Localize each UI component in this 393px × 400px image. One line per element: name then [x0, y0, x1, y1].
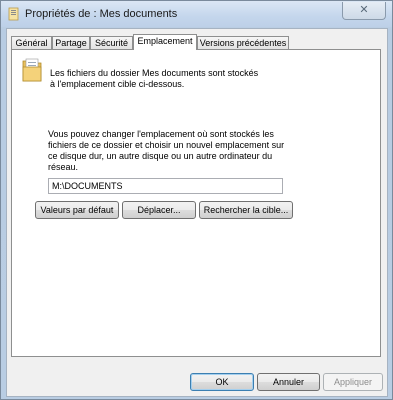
- title-bar[interactable]: Propriétés de : Mes documents ✕: [1, 1, 392, 27]
- target-path-input[interactable]: M:\DOCUMENTS: [48, 178, 283, 194]
- intro-text: Les fichiers du dossier Mes documents so…: [50, 68, 258, 90]
- tab-label: Sécurité: [94, 38, 129, 48]
- intro-line: Les fichiers du dossier Mes documents so…: [50, 68, 259, 78]
- description-line: réseau.: [48, 162, 79, 172]
- dialog-body: Général Partage Sécurité Emplacement Ver…: [6, 28, 388, 397]
- description-line: Vous pouvez changer l'emplacement où son…: [48, 129, 274, 139]
- tab-versions-precedentes[interactable]: Versions précédentes: [197, 36, 289, 49]
- restore-default-button[interactable]: Valeurs par défaut: [35, 201, 119, 219]
- ok-button[interactable]: OK: [190, 373, 254, 391]
- tab-label: Versions précédentes: [199, 38, 287, 48]
- tab-general[interactable]: Général: [11, 36, 52, 49]
- description-text: Vous pouvez changer l'emplacement où son…: [48, 129, 284, 173]
- tab-partage[interactable]: Partage: [52, 36, 90, 49]
- emplacement-panel: Les fichiers du dossier Mes documents so…: [11, 49, 381, 357]
- tab-securite[interactable]: Sécurité: [90, 36, 133, 49]
- tab-label: Partage: [55, 38, 87, 48]
- description-line: ce disque dur, un autre disque ou un aut…: [48, 151, 273, 161]
- close-icon: ✕: [359, 4, 369, 16]
- description-line: fichiers de ce dossier et choisir un nou…: [48, 140, 285, 150]
- tab-label: Général: [15, 38, 48, 48]
- close-button[interactable]: ✕: [342, 2, 386, 20]
- apply-button[interactable]: Appliquer: [323, 373, 383, 391]
- move-button[interactable]: Déplacer...: [122, 201, 196, 219]
- intro-line: à l'emplacement cible ci-dessous.: [50, 79, 185, 89]
- folder-icon: [8, 7, 19, 21]
- cancel-button[interactable]: Annuler: [257, 373, 320, 391]
- tab-label: Emplacement: [137, 36, 193, 46]
- folder-icon: [22, 58, 42, 82]
- tab-emplacement[interactable]: Emplacement: [133, 34, 197, 50]
- window-title: Propriétés de : Mes documents: [25, 8, 178, 20]
- properties-window: Propriétés de : Mes documents ✕ Général …: [0, 0, 393, 400]
- find-target-button[interactable]: Rechercher la cible...: [199, 201, 293, 219]
